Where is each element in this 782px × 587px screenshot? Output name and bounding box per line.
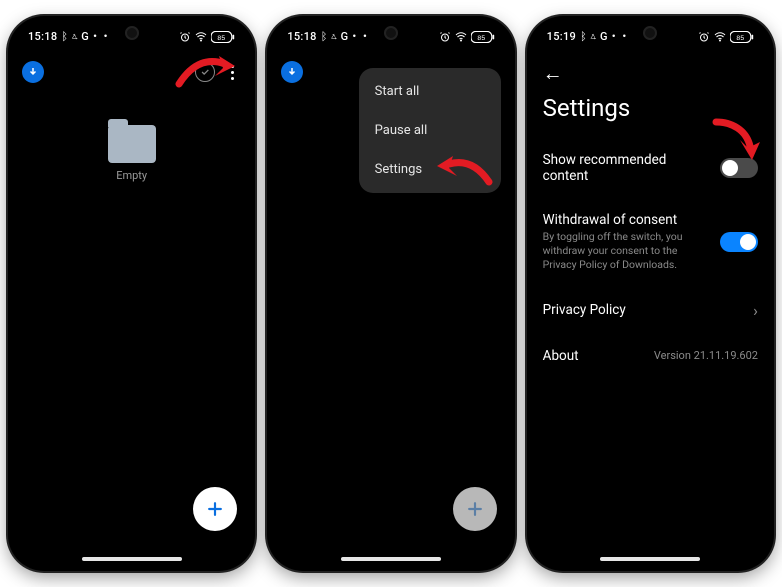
row-label: Withdrawal of consent	[543, 212, 710, 228]
svg-text:85: 85	[477, 34, 485, 41]
row-label: About	[543, 348, 644, 364]
camera-notch	[643, 26, 657, 40]
about-version: Version 21.11.19.602	[654, 349, 758, 362]
gesture-bar[interactable]	[341, 557, 441, 561]
camera-notch	[125, 26, 139, 40]
alarm-icon	[698, 31, 710, 43]
gesture-bar[interactable]	[82, 557, 182, 561]
back-arrow-icon[interactable]: ←	[543, 61, 563, 85]
status-time: 15:18	[287, 30, 316, 43]
wifi-icon	[194, 31, 208, 43]
menu-settings[interactable]: Settings	[359, 150, 501, 189]
phone-frame-3: 15:19 ᛒ ∡ G • • 85 ← Settings Show recom…	[527, 16, 774, 571]
download-chip-icon[interactable]	[22, 61, 44, 83]
status-flags: ᛒ ∡ G	[61, 30, 89, 43]
svg-text:85: 85	[218, 34, 226, 41]
alarm-icon	[439, 31, 451, 43]
page-title: Settings	[527, 90, 774, 138]
fab-add-button[interactable]	[193, 487, 237, 531]
toggle-withdraw-consent[interactable]	[720, 232, 758, 252]
battery-icon: 85	[211, 31, 235, 43]
row-privacy-policy[interactable]: Privacy Policy ›	[527, 287, 774, 334]
toggle-show-recommended[interactable]	[720, 158, 758, 178]
status-dots: • •	[93, 30, 109, 43]
row-show-recommended[interactable]: Show recommended content	[527, 138, 774, 198]
alarm-icon	[179, 31, 191, 43]
folder-empty[interactable]: Empty	[8, 125, 255, 182]
status-dots: • •	[612, 30, 628, 43]
wifi-icon	[713, 31, 727, 43]
row-label: Privacy Policy	[543, 302, 744, 318]
phone-frame-1: 15:18 ᛒ ∡ G • • 85 Empty	[8, 16, 255, 571]
battery-icon: 85	[471, 31, 495, 43]
select-all-icon[interactable]	[195, 62, 215, 82]
status-time: 15:19	[547, 30, 576, 43]
battery-icon: 85	[730, 31, 754, 43]
status-flags: ᛒ ∡ G	[321, 30, 349, 43]
overflow-menu: Start all Pause all Settings	[359, 68, 501, 193]
menu-pause-all[interactable]: Pause all	[359, 111, 501, 150]
status-right: 85	[179, 31, 235, 43]
row-sublabel: By toggling off the switch, you withdraw…	[543, 230, 710, 273]
status-dots: • •	[352, 30, 368, 43]
overflow-menu-icon[interactable]	[223, 65, 241, 80]
camera-notch	[384, 26, 398, 40]
row-withdraw-consent[interactable]: Withdrawal of consent By toggling off th…	[527, 198, 774, 287]
gesture-bar[interactable]	[600, 557, 700, 561]
folder-icon	[108, 125, 156, 163]
row-about[interactable]: About Version 21.11.19.602	[527, 334, 774, 378]
status-time: 15:18	[28, 30, 57, 43]
row-label: Show recommended content	[543, 152, 710, 184]
status-flags: ᛒ ∡ G	[580, 30, 608, 43]
fab-add-button[interactable]	[453, 487, 497, 531]
phone-frame-2: 15:18 ᛒ ∡ G • • 85 Emp Start all Pause a…	[267, 16, 514, 571]
status-right: 85	[439, 31, 495, 43]
chevron-right-icon: ›	[753, 301, 758, 320]
download-chip-icon[interactable]	[281, 61, 303, 83]
svg-text:85: 85	[736, 34, 744, 41]
menu-start-all[interactable]: Start all	[359, 72, 501, 111]
wifi-icon	[454, 31, 468, 43]
status-right: 85	[698, 31, 754, 43]
folder-label: Empty	[8, 169, 255, 182]
